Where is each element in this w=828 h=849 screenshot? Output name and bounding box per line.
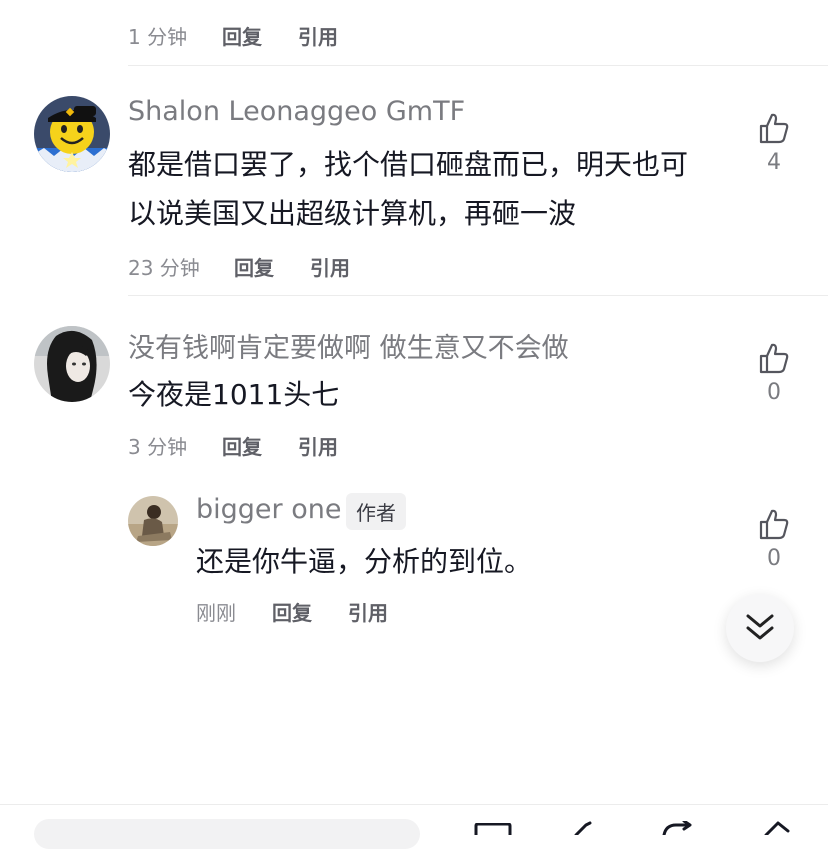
- comment-text-line: 今夜是1011头七: [128, 378, 340, 411]
- image-icon[interactable]: [474, 823, 512, 835]
- divider: [128, 295, 828, 296]
- thumb-up-icon: [759, 509, 789, 540]
- quote-button[interactable]: 引用: [298, 431, 338, 460]
- like-count: 0: [767, 546, 781, 571]
- comment-time: 23 分钟: [128, 256, 200, 280]
- like-button[interactable]: 0: [749, 342, 799, 405]
- like-count: 0: [767, 380, 781, 405]
- comment-time: 1 分钟: [128, 25, 188, 49]
- avatar[interactable]: [34, 96, 110, 172]
- quote-button[interactable]: 引用: [348, 597, 388, 626]
- like-count: 4: [767, 150, 781, 175]
- comment-username[interactable]: 没有钱啊肯定要做啊 做生意又不会做: [128, 326, 569, 365]
- reply-button[interactable]: 回复: [222, 431, 262, 460]
- author-badge: 作者: [346, 493, 406, 530]
- scroll-down-button[interactable]: [726, 594, 794, 662]
- like-button[interactable]: 0: [749, 508, 799, 571]
- thumb-up-icon: [759, 343, 789, 374]
- quote-button[interactable]: 引用: [310, 252, 350, 281]
- comment-text-line: 以说美国又出超级计算机，再砸一波: [128, 197, 577, 230]
- reply-text: 还是你牛逼，分析的到位。: [196, 545, 533, 578]
- comment-time: 3 分钟: [128, 435, 188, 459]
- reply-time: 刚刚: [196, 601, 236, 625]
- avatar[interactable]: [34, 326, 110, 402]
- bottom-bar: [0, 804, 828, 849]
- comment-input[interactable]: [34, 819, 420, 849]
- quote-button[interactable]: 引用: [298, 21, 338, 50]
- like-button[interactable]: 4: [749, 112, 799, 175]
- comment-username[interactable]: Shalon Leonaggeo GmTF: [128, 96, 465, 127]
- reply-button[interactable]: 回复: [272, 597, 312, 626]
- comment-text: 今夜是1011头七: [128, 370, 339, 419]
- comment-text: 都是借口罢了，找个借口砸盘而已，明天也可 以说美国又出超级计算机，再砸一波: [128, 140, 688, 238]
- avatar[interactable]: [128, 496, 178, 546]
- comment-text-line: 都是借口罢了，找个借口砸盘而已，明天也可: [128, 148, 689, 181]
- double-chevron-down-icon: [746, 614, 774, 640]
- reply-username[interactable]: bigger one: [196, 494, 341, 525]
- reply-button[interactable]: 回复: [222, 21, 262, 50]
- divider: [128, 65, 828, 66]
- thumb-up-icon: [759, 113, 789, 144]
- reply-button[interactable]: 回复: [234, 252, 274, 281]
